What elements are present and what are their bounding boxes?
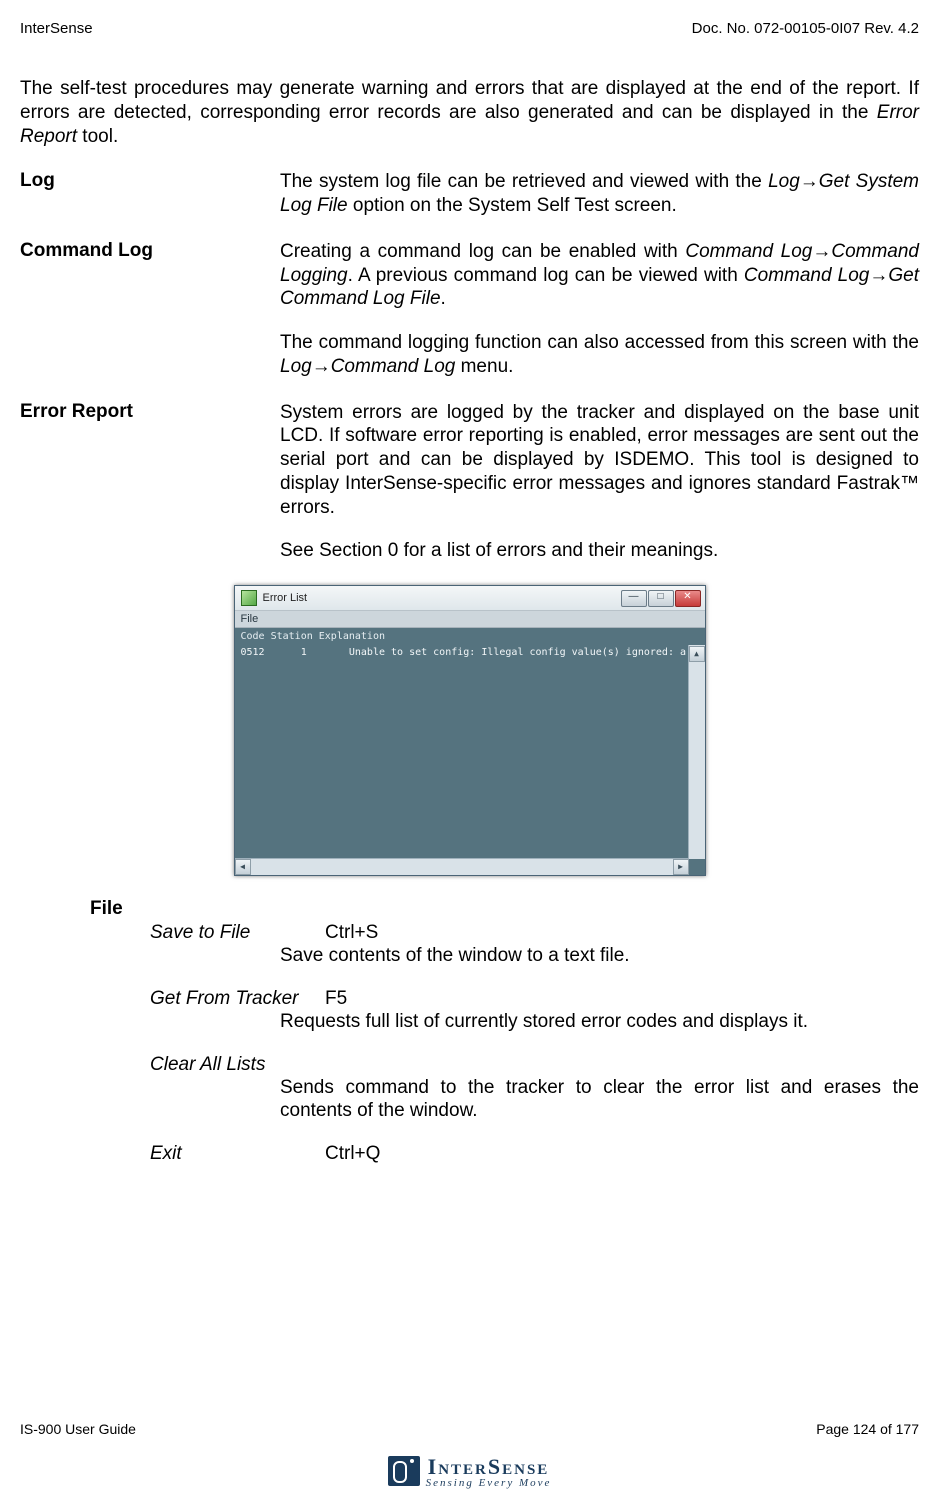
error-row: 0512 1 Unable to set config: Illegal con…	[235, 645, 705, 660]
cmdlog-p2a: The command logging function can also ac…	[280, 332, 919, 353]
page-header: InterSense Doc. No. 072-00105-0I07 Rev. …	[20, 20, 919, 37]
file-item-name: Get From Tracker	[150, 988, 325, 1010]
body-error-report: System errors are logged by the tracker …	[280, 401, 919, 564]
log-body-post: option on the System Self Test screen.	[348, 195, 677, 216]
window-title: Error List	[263, 592, 621, 604]
file-item-name: Save to File	[150, 922, 325, 944]
header-left: InterSense	[20, 20, 93, 37]
page: InterSense Doc. No. 072-00105-0I07 Rev. …	[0, 0, 939, 1497]
file-item-name: Exit	[150, 1143, 325, 1165]
vertical-scrollbar[interactable]: ▲	[688, 645, 705, 859]
logo-text-sub: Sensing Every Move	[426, 1477, 552, 1489]
scroll-up-icon[interactable]: ▲	[689, 646, 705, 662]
window-app-icon	[241, 590, 257, 606]
file-item-desc: Save contents of the window to a text fi…	[280, 944, 919, 968]
file-item-save: Save to File Ctrl+S Save contents of the…	[150, 922, 919, 968]
page-footer: IS-900 User Guide Page 124 of 177	[20, 1421, 919, 1437]
error-list-window: Error List — □ ✕ File Code Station Expla…	[234, 585, 706, 876]
term-error-report: Error Report	[20, 401, 280, 423]
logo-text-main: InterSense	[428, 1454, 550, 1479]
file-item-name: Clear All Lists	[150, 1054, 325, 1076]
intro-text: The self-test procedures may generate wa…	[20, 78, 919, 123]
term-command-log: Command Log	[20, 240, 280, 262]
file-item-shortcut: Ctrl+S	[325, 922, 378, 944]
log-body-pre: The system log file can be retrieved and…	[280, 171, 768, 192]
intersense-logo-icon	[388, 1456, 420, 1486]
term-log: Log	[20, 170, 280, 192]
cmdlog-p1a: Creating a command log can be enabled wi…	[280, 241, 685, 262]
cmdlog-p2it: Log→Command Log	[280, 356, 455, 377]
file-item-exit: Exit Ctrl+Q	[150, 1143, 919, 1165]
scroll-left-icon[interactable]: ◀	[235, 859, 251, 875]
window-body: 0512 1 Unable to set config: Illegal con…	[235, 645, 705, 875]
cmdlog-p1c: .	[441, 288, 446, 309]
body-command-log: Creating a command log can be enabled wi…	[280, 240, 919, 379]
scroll-right-icon[interactable]: ▶	[673, 859, 689, 875]
maximize-button[interactable]: □	[648, 590, 674, 607]
horizontal-scrollbar[interactable]: ◀ ▶	[235, 858, 689, 875]
footer-logo: InterSense Sensing Every Move	[0, 1454, 939, 1493]
cmdlog-p2b: menu.	[455, 356, 513, 377]
file-item-desc: Sends command to the tracker to clear th…	[280, 1076, 919, 1124]
err-p1: System errors are logged by the tracker …	[280, 401, 919, 520]
menu-file[interactable]: File	[241, 613, 259, 625]
intro-tail: tool.	[77, 126, 118, 147]
file-heading: File	[90, 898, 919, 920]
footer-left: IS-900 User Guide	[20, 1421, 136, 1437]
definition-command-log: Command Log Creating a command log can b…	[20, 240, 919, 379]
err-p2: See Section 0 for a list of errors and t…	[280, 539, 919, 563]
file-item-desc: Requests full list of currently stored e…	[280, 1010, 919, 1034]
footer-right: Page 124 of 177	[816, 1421, 919, 1437]
file-item-clear: Clear All Lists Sends command to the tra…	[150, 1054, 919, 1124]
intro-paragraph: The self-test procedures may generate wa…	[20, 77, 919, 148]
window-controls: — □ ✕	[621, 590, 701, 607]
file-item-get: Get From Tracker F5 Requests full list o…	[150, 988, 919, 1034]
file-item-shortcut: Ctrl+Q	[325, 1143, 380, 1165]
window-titlebar[interactable]: Error List — □ ✕	[235, 586, 705, 611]
header-right: Doc. No. 072-00105-0I07 Rev. 4.2	[692, 20, 919, 37]
cmdlog-p1b: . A previous command log can be viewed w…	[348, 265, 744, 286]
close-button[interactable]: ✕	[675, 590, 701, 607]
column-headers: Code Station Explanation	[235, 628, 705, 645]
definition-error-report: Error Report System errors are logged by…	[20, 401, 919, 564]
file-item-shortcut: F5	[325, 988, 347, 1010]
definition-log: Log The system log file can be retrieved…	[20, 170, 919, 218]
window-menubar: File	[235, 611, 705, 628]
body-log: The system log file can be retrieved and…	[280, 170, 919, 218]
minimize-button[interactable]: —	[621, 590, 647, 607]
